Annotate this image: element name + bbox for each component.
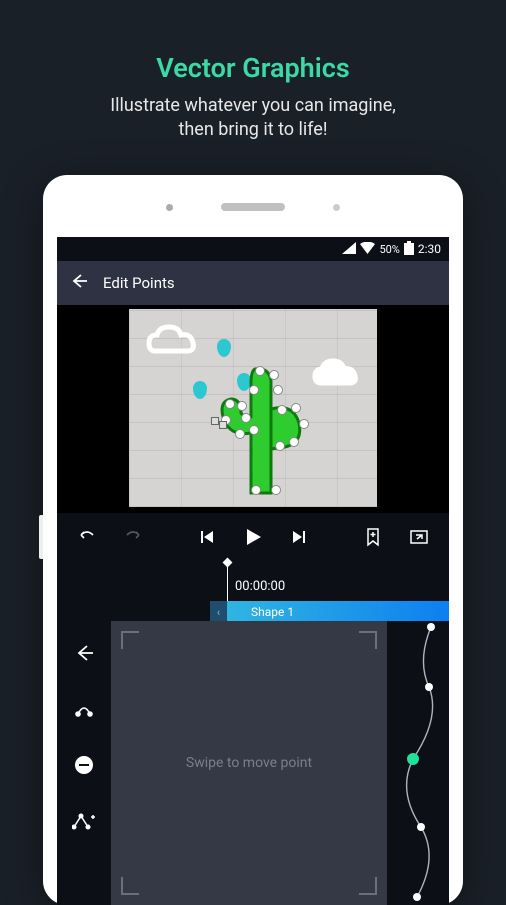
clock-time: 2:30 [418,242,441,256]
edit-point[interactable] [249,425,259,435]
edit-point[interactable] [275,441,285,451]
edit-point[interactable] [269,370,279,380]
skip-start-icon[interactable] [193,526,221,548]
app-header: Edit Points [57,261,449,305]
corner-marker [359,631,377,649]
edit-point[interactable] [235,429,245,439]
corner-marker [359,877,377,895]
edit-point[interactable] [277,405,287,415]
edit-point[interactable] [289,437,299,447]
remove-point-icon[interactable] [70,751,98,779]
wifi-icon [360,242,375,257]
swipe-hint-label: Swipe to move point [186,755,312,771]
phone-speaker [221,203,285,211]
edit-handle[interactable] [211,417,219,425]
undo-icon[interactable] [73,527,101,547]
phone-side-button [39,515,43,559]
bookmark-add-icon[interactable] [359,527,387,547]
status-bar: 50% 2:30 [57,237,449,261]
edit-point[interactable] [273,385,283,395]
curve-graph[interactable] [387,621,449,901]
edit-handle[interactable] [219,421,227,429]
phone-frame: 50% 2:30 Edit Points [43,175,463,905]
canvas-image[interactable] [129,309,377,507]
phone-camera [166,204,173,211]
editor-panel: Swipe to move point [57,621,449,905]
edit-point[interactable] [255,366,265,376]
battery-icon [404,241,414,258]
add-point-icon[interactable] [70,807,98,835]
battery-percent: 50% [379,243,399,256]
hero-title: Vector Graphics [0,0,506,84]
shape-track-label: Shape 1 [251,605,294,619]
fullscreen-icon[interactable] [405,527,433,547]
playback-bar [57,513,449,561]
redo-icon[interactable] [119,527,147,547]
hero-subtitle: Illustrate whatever you can imagine, the… [0,94,506,143]
convert-point-icon[interactable] [70,695,98,723]
edit-point[interactable] [249,385,259,395]
header-title: Edit Points [103,274,175,292]
cellular-icon [342,242,356,257]
hero-subtitle-line2: then bring it to life! [178,119,327,140]
cloud-shape-2[interactable] [311,357,363,389]
cloud-shape-1[interactable] [145,323,201,359]
tool-rail [57,621,111,905]
canvas-area[interactable] [57,305,449,513]
phone-sensor [333,204,340,211]
swipe-area[interactable]: Swipe to move point [111,621,387,905]
back-icon[interactable] [69,271,89,295]
timecode-label: 00:00:00 [235,579,285,594]
cactus-shape[interactable] [205,363,315,507]
back-tool-icon[interactable] [70,639,98,667]
hero-subtitle-line1: Illustrate whatever you can imagine, [110,95,396,116]
track-collapse-icon[interactable]: ‹ [210,601,227,623]
play-icon[interactable] [239,526,267,548]
corner-marker [121,631,139,649]
curve-panel[interactable] [387,621,449,905]
edit-point[interactable] [241,413,251,423]
edit-point[interactable] [251,485,261,495]
edit-point[interactable] [291,403,301,413]
timeline[interactable]: 00:00:00 ‹ Shape 1 [57,561,449,621]
edit-point[interactable] [299,419,309,429]
edit-point[interactable] [225,399,235,409]
shape-track[interactable]: Shape 1 [227,601,449,623]
skip-end-icon[interactable] [285,526,313,548]
corner-marker [121,877,139,895]
edit-point[interactable] [271,485,281,495]
edit-point[interactable] [237,401,247,411]
app-screen: 50% 2:30 Edit Points [57,237,449,905]
